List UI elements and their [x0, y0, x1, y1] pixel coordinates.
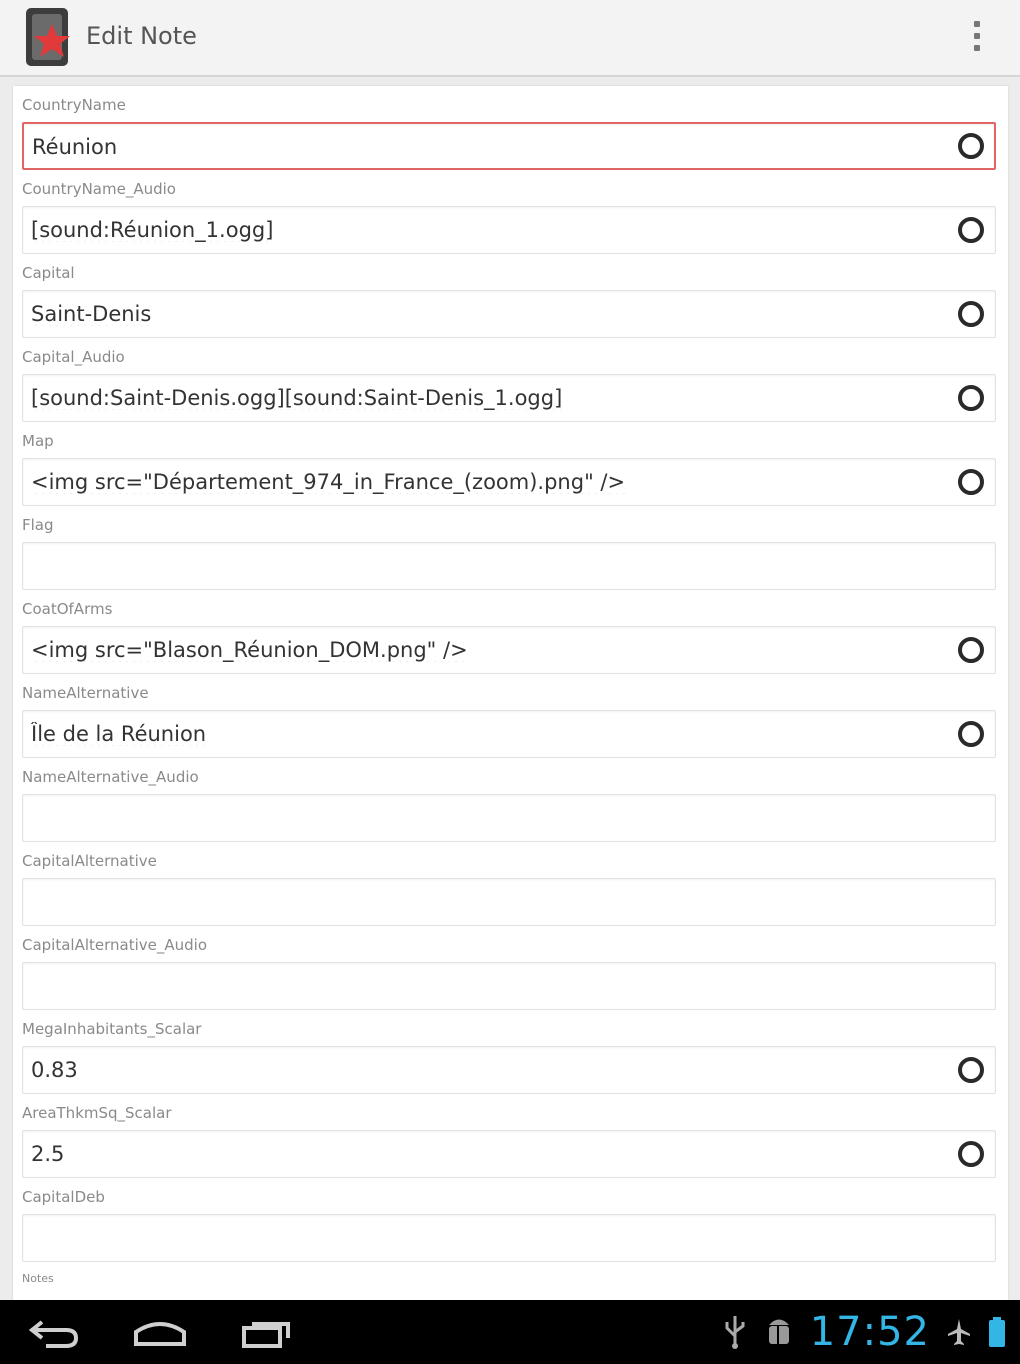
airplane-mode-icon [948, 1319, 970, 1345]
field-value: [sound:Réunion_1.ogg] [31, 218, 274, 242]
app-icon[interactable] [24, 6, 74, 68]
action-bar: Edit Note [0, 0, 1020, 77]
field-value: 2.5 [31, 1142, 65, 1166]
field-label: Flag [22, 516, 54, 534]
field-label: CapitalDeb [22, 1188, 105, 1206]
recent-apps-icon[interactable] [238, 1312, 298, 1352]
field-input[interactable] [22, 962, 996, 1010]
field-input[interactable] [22, 794, 996, 842]
field-input[interactable] [22, 542, 996, 590]
sticky-field-toggle-icon[interactable] [958, 133, 984, 159]
sticky-field-toggle-icon[interactable] [958, 1141, 984, 1167]
field-value: <img src="Département_974_in_France_(zoo… [31, 470, 626, 494]
field-label: Capital_Audio [22, 348, 125, 366]
sticky-field-toggle-icon[interactable] [958, 301, 984, 327]
sticky-field-toggle-icon[interactable] [958, 385, 984, 411]
field-value: Saint-Denis [31, 302, 152, 326]
field-label: CountryName [22, 96, 126, 114]
android-debug-icon [768, 1319, 789, 1344]
field-label: Notes [22, 1272, 54, 1285]
field-label: NameAlternative [22, 684, 149, 702]
field-input[interactable] [22, 1214, 996, 1262]
back-icon[interactable] [24, 1312, 84, 1352]
app-title: Edit Note [86, 22, 197, 50]
field-value: [sound:Saint-Denis.ogg][sound:Saint-Deni… [31, 386, 563, 410]
note-fields-form: CountryName Réunion CountryName_Audio [soun… [13, 86, 1008, 1300]
field-input[interactable]: <img src="Blason_Réunion_DOM.png" /> [22, 626, 996, 674]
field-input[interactable]: Saint-Denis [22, 290, 996, 338]
field-label: Map [22, 432, 54, 450]
sticky-field-toggle-icon[interactable] [958, 469, 984, 495]
field-label: CoatOfArms [22, 600, 113, 618]
field-value: <img src="Blason_Réunion_DOM.png" /> [31, 638, 468, 662]
field-input[interactable]: [sound:Réunion_1.ogg] [22, 206, 996, 254]
sticky-field-toggle-icon[interactable] [958, 721, 984, 747]
field-label: CapitalAlternative [22, 852, 157, 870]
field-value: Réunion [32, 135, 118, 159]
status-area[interactable]: 17:52 [722, 1309, 1006, 1355]
system-nav-bar: 17:52 [0, 1300, 1020, 1364]
battery-icon [989, 1317, 1005, 1347]
home-icon[interactable] [130, 1312, 190, 1352]
field-input[interactable]: [sound:Saint-Denis.ogg][sound:Saint-Deni… [22, 374, 996, 422]
field-input[interactable]: Réunion [22, 122, 996, 170]
field-label: NameAlternative_Audio [22, 768, 199, 786]
sticky-field-toggle-icon[interactable] [958, 1057, 984, 1083]
field-value: 0.83 [31, 1058, 78, 1082]
field-label: CountryName_Audio [22, 180, 176, 198]
usb-icon [725, 1316, 745, 1349]
status-clock: 17:52 [809, 1309, 930, 1355]
field-input[interactable]: 0.83 [22, 1046, 996, 1094]
field-label: Capital [22, 264, 75, 282]
field-label: CapitalAlternative_Audio [22, 936, 208, 954]
field-input[interactable]: <img src="Département_974_in_France_(zoo… [22, 458, 996, 506]
sticky-field-toggle-icon[interactable] [958, 637, 984, 663]
sticky-field-toggle-icon[interactable] [958, 217, 984, 243]
field-value: Île de la Réunion [31, 722, 207, 746]
overflow-menu-icon[interactable] [962, 16, 992, 56]
field-input[interactable]: 2.5 [22, 1130, 996, 1178]
field-input[interactable]: Île de la Réunion [22, 710, 996, 758]
field-input[interactable] [22, 878, 996, 926]
field-label: MegaInhabitants_Scalar [22, 1020, 202, 1038]
field-label: AreaThkmSq_Scalar [22, 1104, 172, 1122]
